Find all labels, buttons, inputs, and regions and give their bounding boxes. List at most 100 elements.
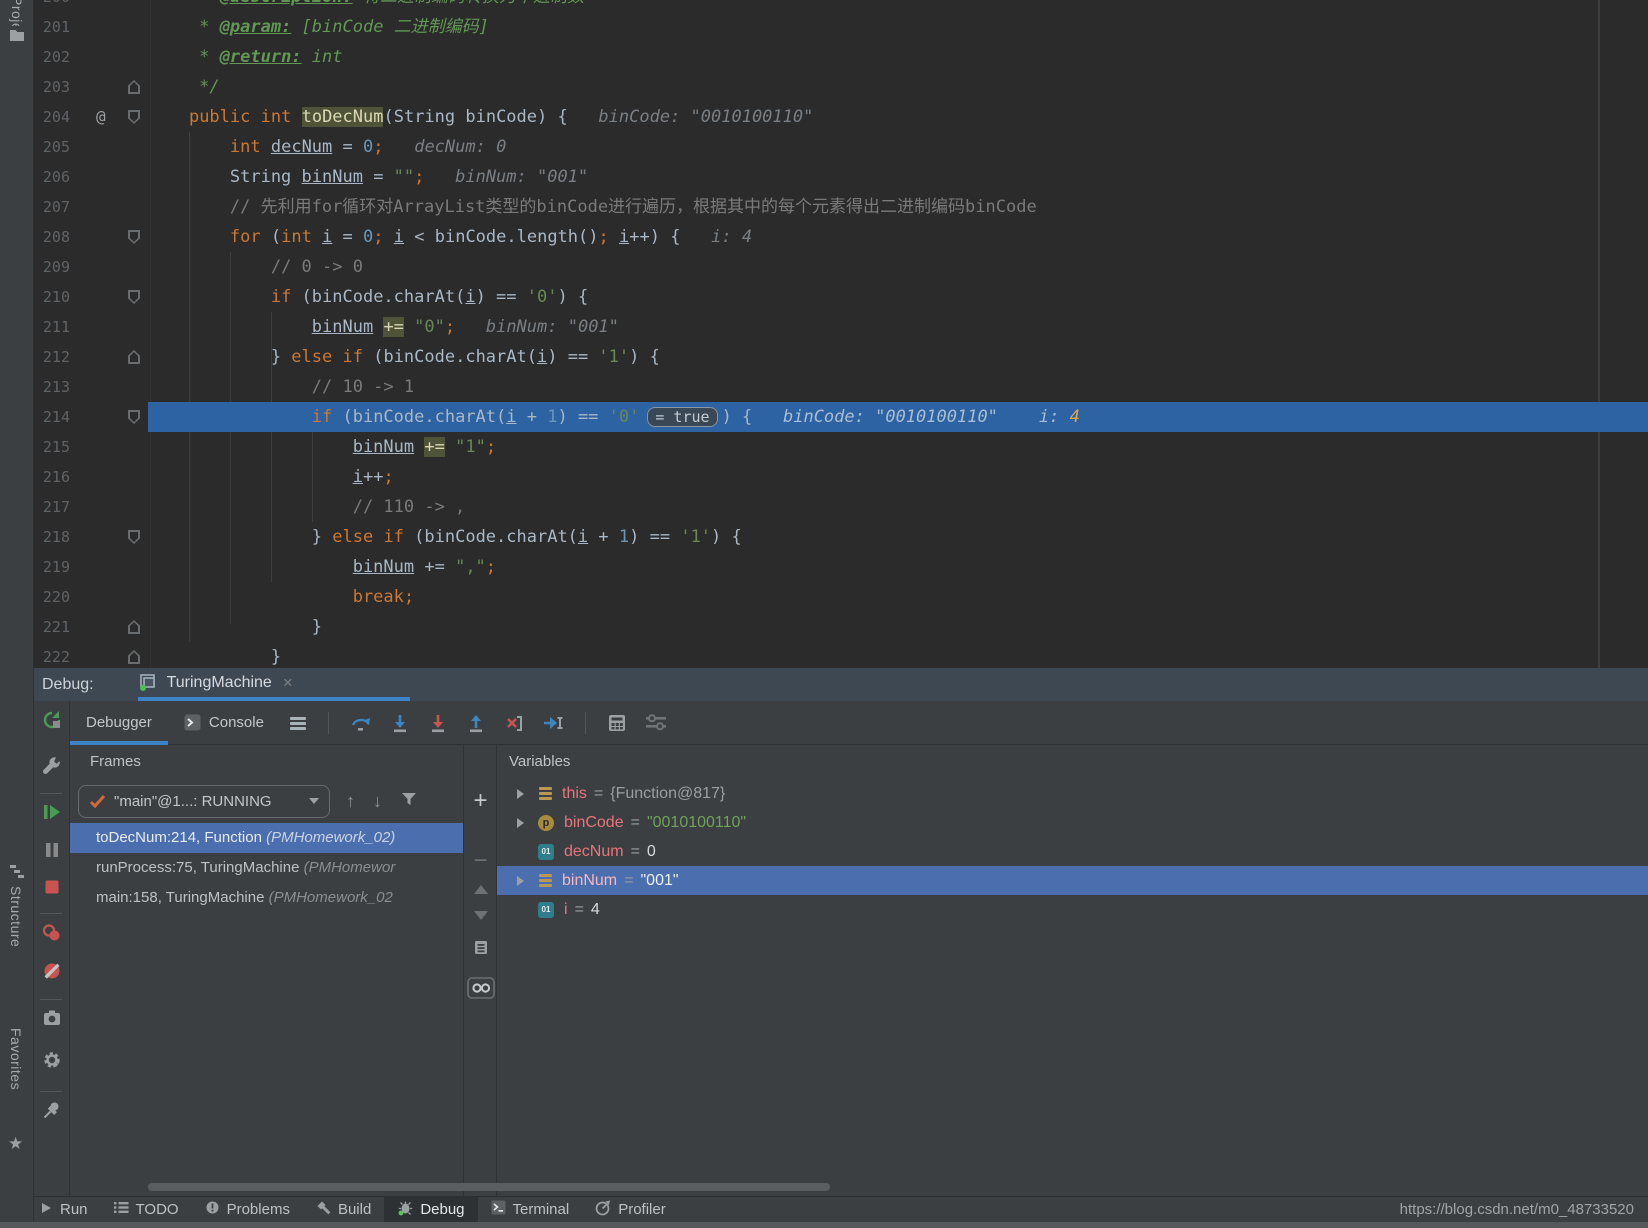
fold-marker-icon[interactable]	[128, 530, 140, 544]
frame-row[interactable]: toDecNum:214, Function (PMHomework_02)	[70, 823, 463, 853]
code-text[interactable]: } else if (binCode.charAt(i) == '1') {	[148, 342, 660, 372]
expand-chevron-icon[interactable]	[509, 818, 531, 828]
variable-row[interactable]: 01i=4	[497, 895, 1648, 924]
filter-icon[interactable]	[400, 791, 418, 812]
gutter[interactable]	[70, 372, 148, 402]
step-out-icon[interactable]	[466, 713, 486, 733]
code-text[interactable]: }	[148, 642, 281, 668]
gutter[interactable]	[70, 522, 148, 552]
gutter[interactable]: @	[70, 102, 148, 132]
code-text[interactable]: // 0 -> 0	[148, 252, 363, 282]
variable-row[interactable]: 01decNum=0	[497, 837, 1648, 866]
code-text[interactable]: break;	[148, 582, 414, 612]
code-text[interactable]: } else if (binCode.charAt(i + 1) == '1')…	[148, 522, 742, 552]
gutter[interactable]	[70, 222, 148, 252]
toolwindow-button-profiler[interactable]: Profiler	[582, 1197, 679, 1223]
gutter[interactable]	[70, 162, 148, 192]
add-watch-icon[interactable]: +	[464, 787, 497, 815]
code-text[interactable]: public int toDecNum(String binCode) { bi…	[148, 102, 813, 132]
code-editor[interactable]: 200 * @description: 将二进制编码转换为十进制数201 * @…	[34, 0, 1648, 668]
fold-marker-icon[interactable]	[128, 650, 140, 664]
move-up-icon[interactable]	[464, 881, 497, 899]
close-icon[interactable]: ×	[283, 673, 293, 693]
pause-icon[interactable]	[41, 839, 63, 866]
pin-icon[interactable]	[41, 1099, 63, 1126]
toolwindow-button-debug[interactable]: Debug	[384, 1197, 477, 1223]
code-text[interactable]: }	[148, 612, 322, 642]
code-text[interactable]: if (binCode.charAt(i) == '0') {	[148, 282, 588, 312]
code-text[interactable]: // 110 -> ,	[148, 492, 465, 522]
code-text[interactable]: // 先利用for循环对ArrayList类型的binCode进行遍历，根据其中…	[148, 192, 1037, 222]
variable-row[interactable]: this={Function@817}	[497, 779, 1648, 808]
gutter[interactable]	[70, 402, 148, 432]
move-down-icon[interactable]	[464, 908, 497, 926]
toolbutton-project[interactable]: Project	[9, 0, 25, 26]
gutter[interactable]	[70, 132, 148, 162]
stop-icon[interactable]	[41, 876, 63, 903]
force-step-into-icon[interactable]	[428, 713, 448, 733]
toolwindow-button-problems[interactable]: Problems	[192, 1197, 303, 1223]
tab-debugger[interactable]: Debugger	[70, 701, 168, 745]
structure-icon[interactable]	[10, 864, 24, 883]
expand-chevron-icon[interactable]	[509, 789, 531, 799]
fold-marker-icon[interactable]	[128, 620, 140, 634]
gutter[interactable]	[70, 12, 148, 42]
toolwindow-button-todo[interactable]: TODO	[101, 1197, 192, 1223]
view-breakpoints-icon[interactable]	[41, 922, 63, 949]
code-text[interactable]: * @param: [binCode 二进制编码]	[148, 12, 489, 42]
camera-icon[interactable]	[41, 1007, 63, 1034]
code-text[interactable]: binNum += "0"; binNum: "001"	[148, 312, 619, 342]
code-text[interactable]: * @return: int	[148, 42, 343, 72]
arrow-up-icon[interactable]: ↑	[346, 791, 355, 812]
layout-settings-icon[interactable]	[645, 714, 667, 732]
wrench-icon[interactable]	[41, 755, 63, 782]
duplicate-icon[interactable]	[464, 938, 497, 961]
gutter[interactable]	[70, 342, 148, 372]
gutter[interactable]	[70, 0, 148, 12]
fold-marker-icon[interactable]	[128, 230, 140, 244]
gutter[interactable]	[70, 192, 148, 222]
gutter[interactable]	[70, 72, 148, 102]
rerun-icon[interactable]	[41, 709, 63, 736]
variable-row[interactable]: binNum="001"	[497, 866, 1648, 895]
debug-session-tab[interactable]: TuringMachine ×	[138, 668, 410, 701]
step-into-icon[interactable]	[390, 713, 410, 733]
tab-console[interactable]: Console	[168, 701, 280, 745]
run-to-cursor-icon[interactable]	[542, 713, 564, 733]
gutter[interactable]	[70, 432, 148, 462]
gutter[interactable]	[70, 582, 148, 612]
toolwindow-button-run[interactable]: Run	[26, 1197, 101, 1223]
toolbutton-structure[interactable]: Structure	[8, 886, 24, 982]
toolwindow-button-build[interactable]: Build	[303, 1197, 384, 1223]
toolwindow-button-terminal[interactable]: Terminal	[478, 1197, 583, 1223]
code-text[interactable]: i++;	[148, 462, 394, 492]
code-text[interactable]: if (binCode.charAt(i + 1) == '0'= true) …	[148, 402, 1080, 432]
frame-row[interactable]: main:158, TuringMachine (PMHomework_02	[70, 883, 463, 913]
fold-marker-icon[interactable]	[128, 350, 140, 364]
expand-chevron-icon[interactable]	[509, 876, 531, 886]
drop-frame-icon[interactable]	[504, 713, 524, 733]
evaluate-expression-icon[interactable]	[607, 713, 627, 733]
gutter[interactable]	[70, 552, 148, 582]
menu-icon[interactable]	[289, 715, 307, 731]
favorites-star-icon[interactable]: ★	[8, 1134, 23, 1154]
thread-selector[interactable]: "main"@1...: RUNNING	[78, 785, 330, 818]
folder-icon[interactable]	[9, 28, 25, 47]
fold-marker-icon[interactable]	[128, 80, 140, 94]
fold-marker-icon[interactable]	[128, 410, 140, 424]
gutter[interactable]	[70, 642, 148, 668]
code-text[interactable]: // 10 -> 1	[148, 372, 414, 402]
gutter[interactable]	[70, 312, 148, 342]
toolbutton-favorites[interactable]: Favorites	[8, 1028, 24, 1130]
gutter[interactable]	[70, 462, 148, 492]
code-text[interactable]: int decNum = 0; decNum: 0	[148, 132, 506, 162]
gutter[interactable]	[70, 282, 148, 312]
code-text[interactable]: binNum += "1";	[148, 432, 496, 462]
watch-return-values-icon[interactable]	[464, 977, 497, 1004]
resume-icon[interactable]	[41, 801, 63, 828]
code-text[interactable]: * @description: 将二进制编码转换为十进制数	[148, 0, 584, 12]
step-over-icon[interactable]	[350, 713, 372, 733]
frame-row[interactable]: runProcess:75, TuringMachine (PMHomewor	[70, 853, 463, 883]
code-text[interactable]: binNum += ",";	[148, 552, 496, 582]
code-text[interactable]: for (int i = 0; i < binCode.length(); i+…	[148, 222, 752, 252]
